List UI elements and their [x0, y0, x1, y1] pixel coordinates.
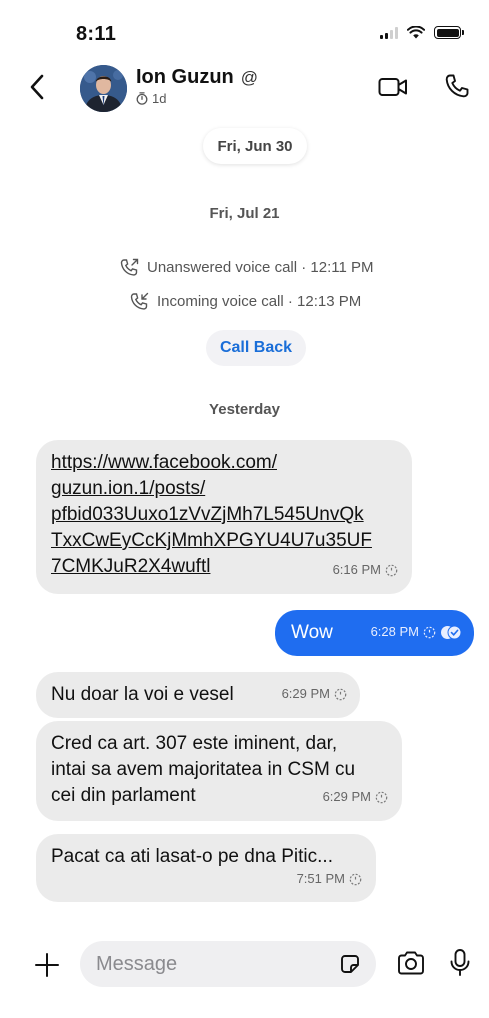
date-chip: Fri, Jun 30 [203, 128, 307, 164]
incoming-call-icon [130, 292, 149, 310]
message-time: 6:29 PM [322, 789, 371, 804]
battery-icon [434, 26, 464, 39]
call-log-text: Incoming voice call · 12:13 PM [157, 292, 362, 310]
message-meta: 7:51 PM [297, 866, 362, 892]
voice-note-button[interactable] [449, 948, 471, 983]
disappearing-messages-indicator[interactable]: 1d [136, 91, 166, 106]
status-icons [380, 26, 464, 39]
back-button[interactable] [22, 72, 52, 102]
video-camera-icon [378, 78, 407, 96]
contact-name: Ion Guzun [136, 66, 234, 88]
message-timer-icon [385, 564, 398, 576]
microphone-icon [450, 949, 470, 976]
sticker-button[interactable] [338, 952, 362, 981]
message-time: 6:16 PM [332, 562, 381, 577]
message-bubble[interactable]: Nu doar la voi e vesel 6:29 PM [36, 672, 360, 718]
chat-screen: 8:11 Ion Guzun @ 1d Fri, Jun 30 Fri, Jul… [0, 0, 489, 1018]
message-meta: 6:29 PM [282, 681, 347, 707]
message-text: intai sa avem majoritatea in CSM cu [51, 759, 356, 780]
camera-icon [398, 951, 424, 975]
call-back-button[interactable]: Call Back [206, 330, 306, 366]
avatar-photo [80, 65, 127, 112]
message-text: Cred ca art. 307 este iminent, dar, [51, 733, 338, 754]
voice-call-button[interactable] [444, 73, 470, 104]
message-bubble[interactable]: Pacat ca ati lasat-o pe dna Pitic... 7:5… [36, 834, 376, 902]
message-time: 6:28 PM [370, 624, 419, 639]
message-bubble[interactable]: Cred ca art. 307 este iminent, dar, inta… [36, 721, 402, 821]
timer-icon [136, 92, 148, 105]
message-meta: 6:29 PM [323, 784, 388, 810]
message-bubble-outgoing[interactable]: Wow 6:28 PM [275, 610, 474, 656]
signal-icon [380, 26, 398, 39]
message-time: 6:29 PM [281, 686, 330, 701]
username-badge-icon: @ [240, 67, 259, 87]
date-separator: Yesterday [209, 401, 280, 418]
missed-call-icon [120, 258, 139, 276]
message-time: 7:51 PM [296, 871, 345, 886]
read-receipt-icon [441, 625, 462, 639]
call-log-text: Unanswered voice call · 12:11 PM [147, 258, 374, 276]
camera-button[interactable] [396, 950, 426, 981]
plus-icon [35, 953, 59, 977]
wifi-icon [407, 26, 425, 39]
date-separator: Fri, Jul 21 [209, 205, 280, 222]
message-bubble[interactable]: https://www.facebook.com/ guzun.ion.1/po… [36, 440, 412, 594]
contact-name-row[interactable]: Ion Guzun @ [136, 66, 258, 89]
message-composer [80, 941, 376, 987]
message-input[interactable] [96, 941, 326, 987]
message-meta: 6:28 PM [371, 619, 462, 645]
chevron-left-icon [30, 74, 44, 100]
timer-label: 1d [152, 91, 167, 106]
message-timer-icon [349, 873, 362, 885]
sticker-icon [341, 955, 359, 973]
phone-icon [445, 74, 469, 98]
call-log-unanswered: Unanswered voice call · 12:11 PM [120, 258, 374, 276]
message-timer-icon [334, 688, 347, 700]
attach-button[interactable] [33, 951, 61, 979]
message-timer-icon [423, 626, 436, 638]
avatar[interactable] [80, 65, 127, 112]
status-time: 8:11 [76, 23, 117, 45]
video-call-button[interactable] [378, 76, 408, 103]
call-log-incoming: Incoming voice call · 12:13 PM [130, 292, 361, 310]
message-meta: 6:16 PM [333, 557, 398, 583]
message-timer-icon [375, 791, 388, 803]
